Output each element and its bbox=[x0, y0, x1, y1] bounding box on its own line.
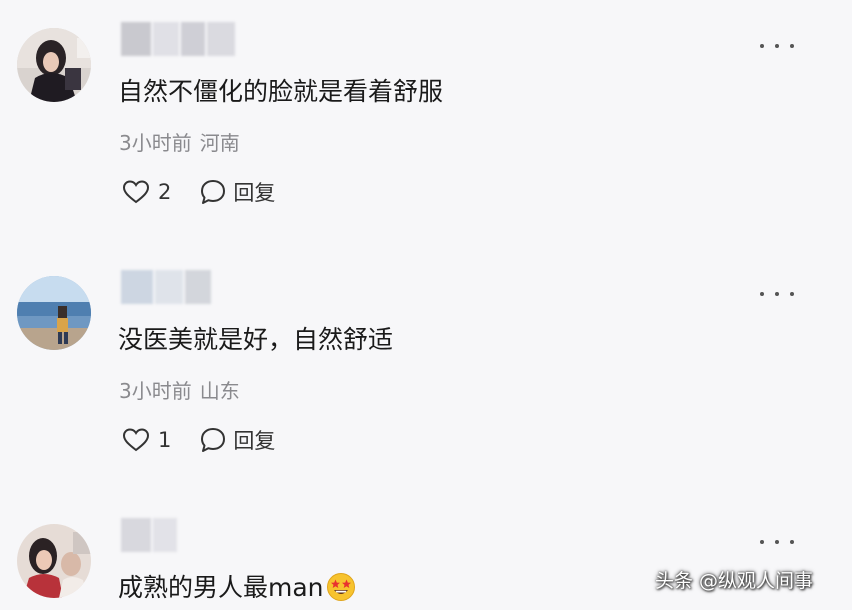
comment-text: 没医美就是好，自然舒适 bbox=[118, 325, 394, 354]
comment-location: 河南 bbox=[199, 131, 240, 155]
more-options-button[interactable] bbox=[760, 286, 794, 302]
username-blurred[interactable] bbox=[121, 518, 177, 552]
reply-label: 回复 bbox=[233, 429, 276, 453]
heart-icon bbox=[122, 180, 150, 204]
comment-actions: 2 回复 bbox=[122, 175, 275, 209]
more-options-button[interactable] bbox=[760, 534, 794, 550]
avatar[interactable] bbox=[17, 276, 91, 350]
comment-item: 自然不僵化的脸就是看着舒服 3小时前 河南 2 回复 bbox=[0, 0, 852, 248]
heart-icon bbox=[122, 428, 150, 452]
chat-bubble-icon bbox=[201, 180, 226, 204]
reply-label: 回复 bbox=[233, 181, 276, 205]
avatar[interactable] bbox=[17, 28, 91, 102]
comment-time: 3小时前 bbox=[119, 131, 192, 155]
more-dots-icon bbox=[760, 44, 764, 48]
username-blurred[interactable] bbox=[121, 22, 235, 56]
like-count: 2 bbox=[158, 180, 172, 204]
comment-feed: 自然不僵化的脸就是看着舒服 3小时前 河南 2 回复 没医美就是好，自然舒适 3… bbox=[0, 0, 852, 610]
chat-bubble-icon bbox=[201, 428, 226, 452]
more-options-button[interactable] bbox=[760, 38, 794, 54]
comment-text: 自然不僵化的脸就是看着舒服 bbox=[118, 77, 444, 106]
comment-actions: 1 回复 bbox=[122, 423, 275, 457]
like-button[interactable]: 2 bbox=[122, 179, 171, 205]
like-count: 1 bbox=[158, 428, 172, 452]
more-dots-icon bbox=[760, 540, 764, 544]
like-button[interactable]: 1 bbox=[122, 427, 171, 453]
reply-button[interactable]: 回复 bbox=[199, 425, 275, 455]
comment-item: 没医美就是好，自然舒适 3小时前 山东 1 回复 bbox=[0, 248, 852, 496]
username-blurred[interactable] bbox=[121, 270, 211, 304]
comment-meta: 3小时前 河南 bbox=[119, 128, 240, 158]
star-struck-emoji-icon bbox=[326, 573, 355, 601]
watermark: 头条 @纵观人间事 bbox=[655, 570, 814, 592]
more-dots-icon bbox=[760, 292, 764, 296]
comment-text: 成熟的男人最man bbox=[118, 570, 356, 606]
avatar[interactable] bbox=[17, 524, 91, 598]
comment-meta: 3小时前 山东 bbox=[119, 376, 240, 406]
comment-location: 山东 bbox=[199, 379, 240, 403]
reply-button[interactable]: 回复 bbox=[199, 177, 275, 207]
comment-time: 3小时前 bbox=[119, 379, 192, 403]
